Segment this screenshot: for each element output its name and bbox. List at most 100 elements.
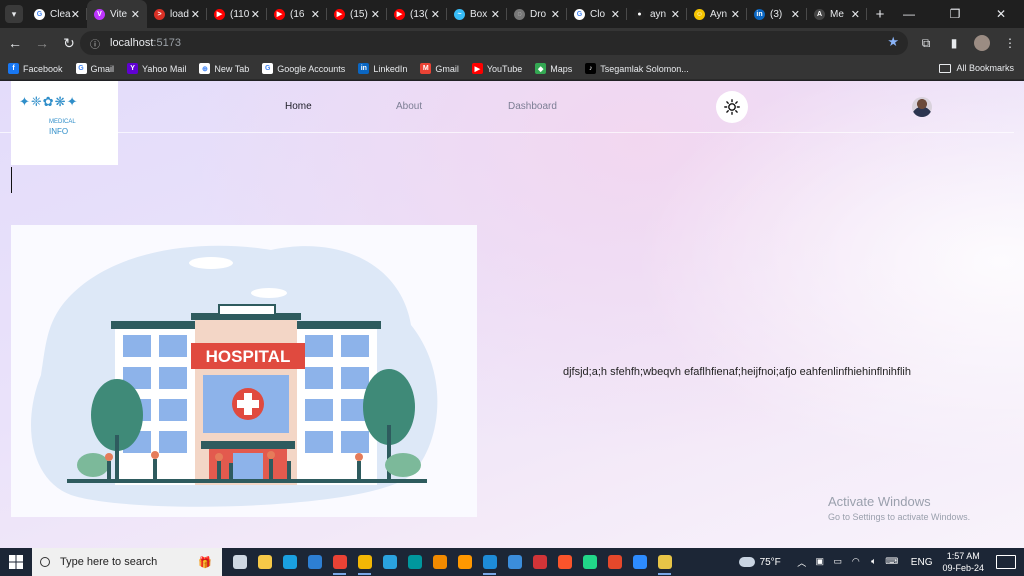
- taskbar-app[interactable]: [227, 548, 252, 576]
- taskbar-app[interactable]: [277, 548, 302, 576]
- menu-icon[interactable]: ⋮: [996, 31, 1024, 55]
- nav-home-link[interactable]: Home: [285, 101, 312, 112]
- profile-avatar[interactable]: [974, 35, 990, 51]
- taskbar-app[interactable]: [552, 548, 577, 576]
- tab-close-icon[interactable]: ✕: [731, 8, 740, 21]
- windows-logo-icon: [9, 555, 23, 569]
- tailwind-icon: ~: [454, 8, 465, 20]
- browser-tab[interactable]: ● ayn ✕: [627, 0, 687, 28]
- search-icon: [40, 557, 50, 567]
- side-panel-icon[interactable]: ▮: [940, 31, 968, 55]
- bookmark-item[interactable]: ▶ YouTube: [471, 63, 522, 74]
- logo-text-medical: MEDICAL: [49, 119, 76, 125]
- bookmark-item[interactable]: G Google Accounts: [262, 63, 345, 74]
- edge-icon: [282, 555, 297, 569]
- back-button[interactable]: ←: [3, 31, 27, 55]
- bookmark-item[interactable]: ♪ Tsegamlak Solomon...: [585, 63, 689, 74]
- chevron-up-icon[interactable]: ︿: [795, 556, 809, 569]
- tab-close-icon[interactable]: ✕: [131, 8, 140, 21]
- close-window-button[interactable]: ✕: [978, 0, 1024, 28]
- taskbar-app[interactable]: [427, 548, 452, 576]
- taskbar-app[interactable]: [527, 548, 552, 576]
- browser-tab[interactable]: in (3) ✕: [747, 0, 807, 28]
- tab-close-icon[interactable]: ✕: [551, 8, 560, 21]
- taskbar-app[interactable]: [327, 548, 352, 576]
- hospital-sign-text: HOSPITAL: [206, 347, 291, 366]
- keyboard-icon[interactable]: ⌨︎: [885, 556, 899, 569]
- bookmark-item[interactable]: ⊕ New Tab: [199, 63, 249, 74]
- user-avatar[interactable]: [912, 97, 932, 117]
- taskbar-app[interactable]: [302, 548, 327, 576]
- nav-dashboard-link[interactable]: Dashboard: [508, 101, 557, 112]
- taskbar-app[interactable]: [602, 548, 627, 576]
- nav-about-link[interactable]: About: [396, 101, 422, 112]
- volume-icon[interactable]: 🔈︎: [867, 556, 881, 569]
- all-bookmarks-button[interactable]: All Bookmarks: [939, 63, 1014, 73]
- tab-close-icon[interactable]: ✕: [791, 8, 800, 21]
- meet-icon[interactable]: ▣: [813, 556, 827, 569]
- taskbar-app[interactable]: [652, 548, 677, 576]
- tab-close-icon[interactable]: ✕: [851, 8, 860, 21]
- battery-icon[interactable]: ▭: [831, 556, 845, 569]
- language-indicator[interactable]: ENG: [911, 557, 933, 568]
- tab-close-icon[interactable]: ✕: [191, 8, 200, 21]
- tab-close-icon[interactable]: ✕: [311, 8, 320, 21]
- browser-tab[interactable]: ▶ (16 ✕: [267, 0, 327, 28]
- browser-tab[interactable]: G Clo ✕: [567, 0, 627, 28]
- bookmark-item[interactable]: in LinkedIn: [358, 63, 407, 74]
- minimize-button[interactable]: —: [886, 0, 932, 28]
- tab-close-icon[interactable]: ✕: [431, 8, 440, 21]
- tab-close-icon[interactable]: ✕: [671, 8, 680, 21]
- taskbar-app[interactable]: [627, 548, 652, 576]
- browser-tab[interactable]: ▶ (110 ✕: [207, 0, 267, 28]
- notifications-icon[interactable]: [996, 555, 1016, 569]
- browser-tab[interactable]: ~ Box ✕: [447, 0, 507, 28]
- extensions-icon[interactable]: ⧉: [912, 31, 940, 55]
- tab-close-icon[interactable]: ✕: [371, 8, 380, 21]
- taskbar-app[interactable]: [402, 548, 427, 576]
- taskbar-app[interactable]: [577, 548, 602, 576]
- taskbar-app[interactable]: [352, 548, 377, 576]
- wifi-icon[interactable]: ◠: [849, 556, 863, 569]
- gift-icon[interactable]: 🎁: [189, 552, 221, 572]
- browser-tab[interactable]: A Me ✕: [807, 0, 867, 28]
- taskbar-app[interactable]: [452, 548, 477, 576]
- hero-text: djfsjd;a;h sfehfh;wbeqvh efaflhfienaf;he…: [563, 366, 911, 378]
- tab-search-button[interactable]: ▾: [5, 5, 23, 23]
- tab-close-icon[interactable]: ✕: [71, 8, 80, 21]
- taskbar-app[interactable]: [377, 548, 402, 576]
- taskbar-app[interactable]: [502, 548, 527, 576]
- weather-widget[interactable]: 75°F: [738, 557, 781, 568]
- address-bar[interactable]: ⓘ localhost:5173 ★: [80, 31, 908, 55]
- forward-button[interactable]: →: [30, 31, 54, 55]
- windows-taskbar: Type here to search 🎁 75°F ︿ ▣ ▭ ◠ 🔈︎ ⌨︎…: [0, 548, 1024, 576]
- start-button[interactable]: [0, 548, 32, 576]
- browser-tab[interactable]: ☺ Ayn ✕: [687, 0, 747, 28]
- tab-strip: ▾ G Clea ✕ V Vite ✕ > load ✕ ▶ (110 ✕ ▶ (16 ✕ ▶ (15) ✕ ▶ (1…: [0, 0, 1024, 28]
- tab-close-icon[interactable]: ✕: [611, 8, 620, 21]
- browser-tab[interactable]: ◌ Dro ✕: [507, 0, 567, 28]
- tab-close-icon[interactable]: ✕: [491, 8, 500, 21]
- bookmark-favicon-icon: in: [358, 63, 370, 74]
- browser-tab[interactable]: G Clea ✕: [27, 0, 87, 28]
- browser-tab[interactable]: ▶ (13(✕: [387, 0, 447, 28]
- tab-close-icon[interactable]: ✕: [251, 8, 260, 21]
- clock[interactable]: 1:57 AM 09-Feb-24: [942, 550, 984, 574]
- site-logo[interactable]: ✦❈✿❋✦ MEDICAL INFO: [11, 81, 118, 165]
- site-info-icon[interactable]: ⓘ: [86, 34, 104, 52]
- taskbar-app[interactable]: [252, 548, 277, 576]
- restore-button[interactable]: ❐: [932, 0, 978, 28]
- browser-tab[interactable]: V Vite ✕: [87, 0, 147, 28]
- theme-toggle-button[interactable]: [716, 91, 748, 123]
- browser-tab[interactable]: ▶ (15) ✕: [327, 0, 387, 28]
- taskbar-app[interactable]: [477, 548, 502, 576]
- browser-tab[interactable]: > load ✕: [147, 0, 207, 28]
- chrome-icon: [332, 555, 347, 569]
- bookmark-item[interactable]: G Gmail: [75, 63, 114, 74]
- bookmark-item[interactable]: Y Yahoo Mail: [127, 63, 186, 74]
- bookmark-item[interactable]: f Facebook: [8, 63, 63, 74]
- bookmark-item[interactable]: ◆ Maps: [535, 63, 572, 74]
- reload-button[interactable]: ↻: [57, 31, 81, 55]
- bookmark-star-icon[interactable]: ★: [887, 34, 899, 50]
- bookmark-item[interactable]: M Gmail: [420, 63, 459, 74]
